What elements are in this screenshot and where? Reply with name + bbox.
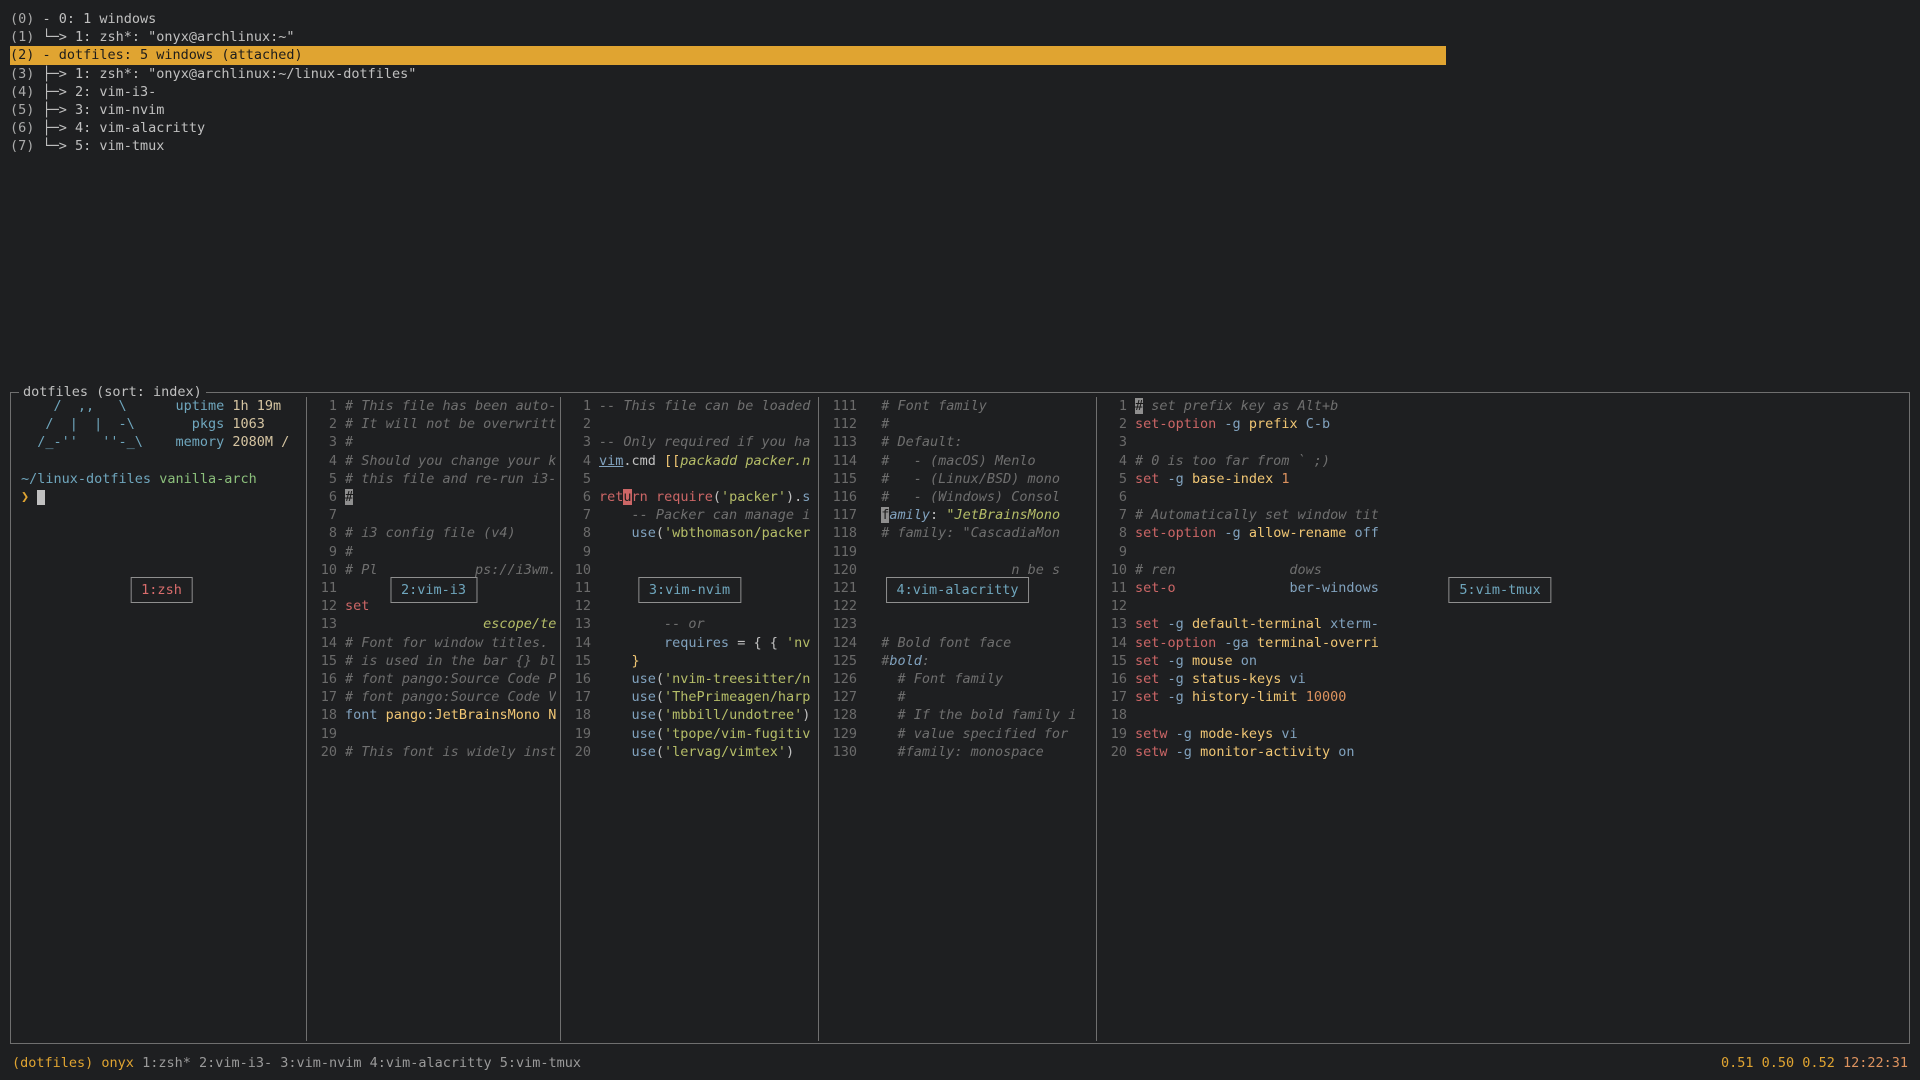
code-line: 4# Should you change your k W <box>311 452 556 470</box>
code-line: 119 <box>823 543 1092 561</box>
code-line: 3# <box>311 433 556 451</box>
code-line: 130 #family: monospace <box>823 743 1092 761</box>
tmux-status-bar: (dotfiles) onyx 1:zsh* 2:vim-i3- 3:vim-n… <box>12 1054 1908 1072</box>
code-line: 20 use('lervag/vimtex') <box>565 743 814 761</box>
code-line: 128 # If the bold family i <box>823 706 1092 724</box>
pane-label-zsh: 1:zsh <box>130 577 193 603</box>
code-line: 9 <box>565 543 814 561</box>
code-line: 6 <box>1101 488 1899 506</box>
code-line: 7# Automatically set window tit <box>1101 506 1899 524</box>
status-left: (dotfiles) onyx 1:zsh* 2:vim-i3- 3:vim-n… <box>12 1054 581 1072</box>
code-line: 4# 0 is too far from ` ;) <box>1101 452 1899 470</box>
pane-vim-tmux[interactable]: 1# set prefix key as Alt+b2set-option -g… <box>1097 397 1903 1041</box>
code-line: 118 # family: "CascadiaMon <box>823 524 1092 542</box>
tree-row[interactable]: (0) - 0: 1 windows <box>10 10 1446 28</box>
tree-row[interactable]: (7) └─> 5: vim-tmux <box>10 137 1446 155</box>
code-line: 6# <box>311 488 556 506</box>
code-line: 1# This file has been auto- <box>311 397 556 415</box>
tree-row[interactable]: (6) ├─> 4: vim-alacritty <box>10 119 1446 137</box>
code-line: 16 use('nvim-treesitter/n <box>565 670 814 688</box>
code-line: 1-- This file can be loaded <box>565 397 814 415</box>
code-line: 19setw -g mode-keys vi <box>1101 725 1899 743</box>
code-line: 2 <box>565 415 814 433</box>
code-line: 9# <box>311 543 556 561</box>
code-line: 18 use('mbbill/undotree') <box>565 706 814 724</box>
code-line: 111 # Font family <box>823 397 1092 415</box>
code-line: 18 <box>1101 706 1899 724</box>
code-line: 7 <box>311 506 556 524</box>
code-line: 115 # - (Linux/BSD) mono <box>823 470 1092 488</box>
code-line: 13 -- or <box>565 615 814 633</box>
code-line: 112 # <box>823 415 1092 433</box>
code-line: 17# font pango:Source Code V <box>311 688 556 706</box>
pane-vim-nvim[interactable]: 1-- This file can be loaded23-- Only req… <box>561 397 819 1041</box>
code-line: 5set -g base-index 1 <box>1101 470 1899 488</box>
code-line: 18font pango:JetBrainsMono N <box>311 706 556 724</box>
code-line: 15set -g mouse on <box>1101 652 1899 670</box>
code-line: 17 use('ThePrimeagen/harp <box>565 688 814 706</box>
code-line: 14 requires = { { 'nv <box>565 634 814 652</box>
code-line: 15 } <box>565 652 814 670</box>
code-line: 124 # Bold font face <box>823 634 1092 652</box>
code-line: 9 <box>1101 543 1899 561</box>
code-line: 5# this file and re-run i3- <box>311 470 556 488</box>
code-line: 114 # - (macOS) Menlo <box>823 452 1092 470</box>
code-line: 7 -- Packer can manage i <box>565 506 814 524</box>
code-line: 2# It will not be overwritt <box>311 415 556 433</box>
code-line: 113 # Default: <box>823 433 1092 451</box>
pane-label-i3: 2:vim-i3 <box>390 577 477 603</box>
code-line: 16# font pango:Source Code P <box>311 670 556 688</box>
code-line: 16set -g status-keys vi <box>1101 670 1899 688</box>
code-line: 1# set prefix key as Alt+b <box>1101 397 1899 415</box>
tree-row[interactable]: (1) └─> 1: zsh*: "onyx@archlinux:~" <box>10 28 1446 46</box>
code-line: 8 use('wbthomason/packer <box>565 524 814 542</box>
tree-row[interactable]: (2) - dotfiles: 5 windows (attached) <box>10 46 1446 64</box>
code-line: 15# is used in the bar {} bl <box>311 652 556 670</box>
code-line: 3 <box>1101 433 1899 451</box>
tree-row[interactable]: (5) ├─> 3: vim-nvim <box>10 101 1446 119</box>
code-line: 20# This font is widely inst <box>311 743 556 761</box>
code-line: 126 # Font family <box>823 670 1092 688</box>
code-line: 3-- Only required if you ha <box>565 433 814 451</box>
code-line: 19 use('tpope/vim-fugitiv <box>565 725 814 743</box>
tree-row[interactable]: (3) ├─> 1: zsh*: "onyx@archlinux:~/linux… <box>10 65 1446 83</box>
pane-label-nvim: 3:vim-nvim <box>638 577 741 603</box>
pane-label-alacritty: 4:vim-alacritty <box>886 577 1030 603</box>
tmux-preview-panel: dotfiles (sort: index) / ,, \ uptime 1h … <box>10 392 1910 1044</box>
code-line: 14set-option -ga terminal-overri <box>1101 634 1899 652</box>
pane-zsh[interactable]: / ,, \ uptime 1h 19m / | | -\ pkgs 1063 … <box>17 397 307 1041</box>
code-line: 129 # value specified for <box>823 725 1092 743</box>
pane-vim-alacritty[interactable]: 111 # Font family112 #113 # Default:114 … <box>819 397 1097 1041</box>
code-line: 8set-option -g allow-rename off <box>1101 524 1899 542</box>
code-line: 117 family: "JetBrainsMono <box>823 506 1092 524</box>
code-line: 127 # <box>823 688 1092 706</box>
code-line: 123 <box>823 615 1092 633</box>
status-right: 0.51 0.50 0.52 12:22:31 <box>1721 1054 1908 1072</box>
code-line: 4vim.cmd [[packadd packer.n <box>565 452 814 470</box>
code-line: 20setw -g monitor-activity on <box>1101 743 1899 761</box>
pane-label-tmux: 5:vim-tmux <box>1448 577 1551 603</box>
tree-row[interactable]: (4) ├─> 2: vim-i3- <box>10 83 1446 101</box>
code-line: 6return require('packer').s <box>565 488 814 506</box>
code-line: 5 <box>565 470 814 488</box>
code-line: 14# Font for window titles. <box>311 634 556 652</box>
code-line: 19 <box>311 725 556 743</box>
code-line: 116 # - (Windows) Consol <box>823 488 1092 506</box>
pane-vim-i3[interactable]: 1# This file has been auto-2# It will no… <box>307 397 561 1041</box>
code-line: 13set -g default-terminal xterm- <box>1101 615 1899 633</box>
terminal-cursor <box>37 490 45 505</box>
code-line: 2set-option -g prefix C-b <box>1101 415 1899 433</box>
code-line: 8# i3 config file (v4) <box>311 524 556 542</box>
code-line: 125 #bold: <box>823 652 1092 670</box>
code-line: 17set -g history-limit 10000 <box>1101 688 1899 706</box>
tmux-session-tree[interactable]: (0) - 0: 1 windows(1) └─> 1: zsh*: "onyx… <box>0 0 1456 156</box>
code-line: 13 escope/te <box>311 615 556 633</box>
